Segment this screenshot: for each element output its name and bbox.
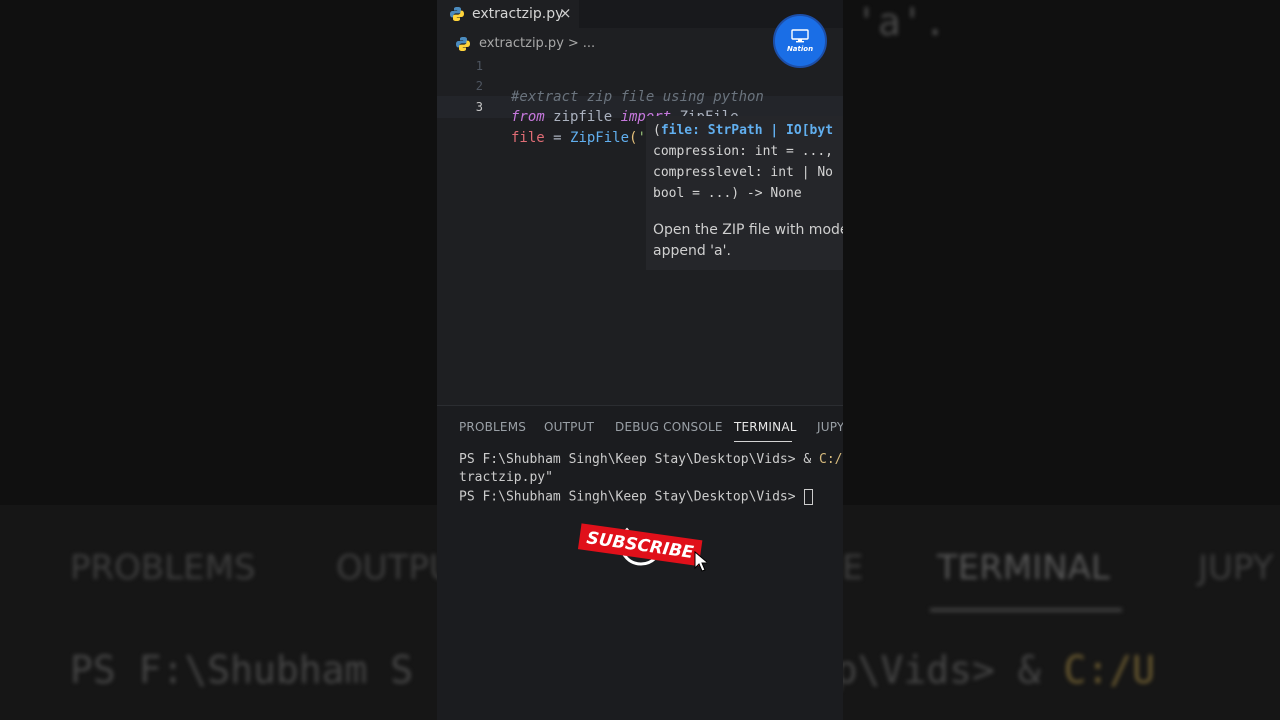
breadcrumb-more[interactable]: ... <box>583 36 595 51</box>
breadcrumb-file[interactable]: extractzip.py <box>479 36 564 51</box>
background-tab-underline <box>930 608 1122 612</box>
tab-output[interactable]: OUTPUT <box>544 420 594 434</box>
channel-logo: Nation <box>773 14 827 68</box>
module-name: zipfile <box>544 109 621 125</box>
code-line[interactable]: 3 file = ZipFile('') <box>437 98 663 146</box>
code-line[interactable]: 2 from zipfile import ZipFile <box>437 77 739 125</box>
chevron-right-icon: > <box>567 36 579 51</box>
signature-line: compresslevel: int | No <box>653 165 834 180</box>
terminal-prompt: PS F:\Shubham Singh\Keep Stay\Desktop\Vi… <box>459 452 820 467</box>
tab-terminal[interactable]: TERMINAL <box>734 420 797 434</box>
close-icon[interactable]: × <box>559 4 572 22</box>
terminal-line[interactable]: PS F:\Shubham Singh\Keep Stay\Desktop\Vi… <box>459 452 843 467</box>
tab-problems[interactable]: PROBLEMS <box>459 420 526 434</box>
class-name: ZipFile <box>570 130 630 146</box>
background-tab-fragment: E <box>842 548 864 588</box>
tab-label: extractzip.py <box>472 6 564 22</box>
bottom-panel: PROBLEMS OUTPUT DEBUG CONSOLE TERMINAL J… <box>437 405 843 720</box>
line-number: 2 <box>475 79 483 93</box>
breadcrumb[interactable]: extractzip.py >... <box>479 36 599 51</box>
terminal-line[interactable]: tractzip.py" <box>459 470 553 485</box>
signature-line: compression: int = ..., <box>653 144 834 159</box>
background-tab-jupyter: JUPY <box>1198 548 1274 588</box>
signature-hover: (file: StrPath | IO[byt compression: int… <box>646 116 843 270</box>
background-top-fragment: 'a'. <box>855 0 947 44</box>
editor-window: extractzip.py × extractzip.py >... 1 #ext… <box>437 0 843 720</box>
keyword-from: from <box>511 109 545 125</box>
terminal-prompt: PS F:\Shubham Singh\Keep Stay\Desktop\Vi… <box>459 489 804 505</box>
subscribe-sticker[interactable]: SUBSCRIBE <box>577 516 707 576</box>
variable-name: file <box>511 130 545 146</box>
doc-line: Open the ZIP file with mode <box>653 222 843 238</box>
paren-open: ( <box>653 123 661 138</box>
background-tab-terminal: TERMINAL <box>937 548 1110 588</box>
code-line[interactable]: 1 #extract zip file using python <box>437 57 764 105</box>
background-terminal-orange: C:/U <box>1063 648 1155 692</box>
background-tab-problems: PROBLEMS <box>70 548 256 588</box>
signature-line: bool = ...) -> None <box>653 186 802 201</box>
doc-line: append 'a'. <box>653 243 731 259</box>
operator: = <box>544 130 571 146</box>
logo-text: Nation <box>786 45 814 53</box>
terminal-line[interactable]: PS F:\Shubham Singh\Keep Stay\Desktop\Vi… <box>459 489 814 505</box>
tab-jupyter[interactable]: JUPY <box>817 420 843 434</box>
monitor-icon <box>791 29 809 43</box>
python-icon <box>456 37 470 51</box>
tab-debug-console[interactable]: DEBUG CONSOLE <box>615 420 723 434</box>
signature-param: file: StrPath | IO[byt <box>660 123 834 138</box>
line-number: 3 <box>475 100 483 114</box>
line-number: 1 <box>475 59 483 73</box>
python-icon <box>450 7 464 21</box>
terminal-cursor <box>804 489 814 505</box>
tab-extractzip[interactable]: extractzip.py × <box>437 0 579 28</box>
code-comment: #extract zip file using python <box>511 89 764 105</box>
terminal-command: C:/U <box>819 452 843 467</box>
active-tab-underline <box>734 441 792 442</box>
cursor-arrow-icon <box>694 550 707 572</box>
background-terminal-prefix: PS F:\Shubham S <box>70 648 414 692</box>
signature-line: (file: StrPath | IO[byt <box>653 123 833 138</box>
